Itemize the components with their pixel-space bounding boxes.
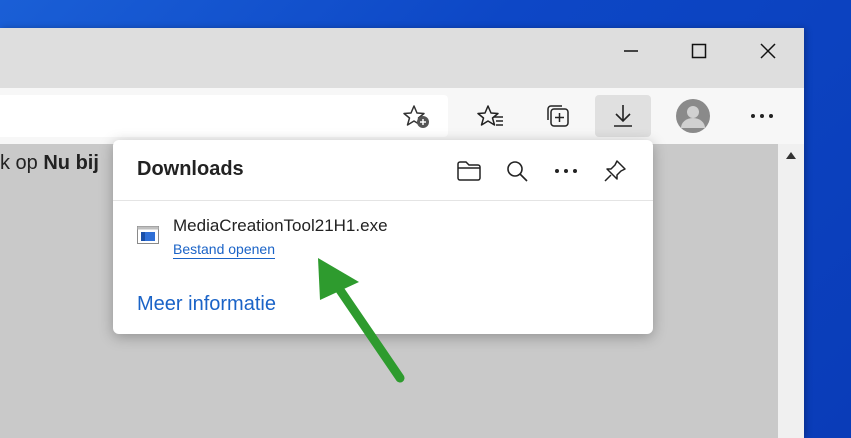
panel-divider: [113, 200, 653, 201]
favorites-icon: [477, 105, 503, 126]
profile-button[interactable]: [665, 95, 721, 137]
more-icon: [555, 169, 577, 173]
favorite-add-icon: [403, 105, 429, 128]
downloads-panel: Downloads MediaCreationTool21H1.exe Best…: [113, 140, 653, 334]
downloads-button[interactable]: [595, 95, 651, 137]
close-icon: [760, 43, 776, 59]
close-button[interactable]: [734, 28, 802, 74]
downloads-more-button[interactable]: [549, 154, 583, 188]
download-filename: MediaCreationTool21H1.exe: [173, 216, 388, 235]
panel-title: Downloads: [137, 158, 244, 180]
pin-icon: [604, 160, 626, 182]
minimize-button[interactable]: [597, 28, 665, 74]
scroll-up-arrow-icon[interactable]: [786, 152, 796, 159]
favorites-button[interactable]: [463, 95, 519, 137]
title-bar: [0, 28, 804, 88]
folder-icon: [457, 161, 481, 181]
exe-file-icon: [137, 226, 159, 244]
page-text: k op Nu bij: [0, 152, 99, 175]
collections-icon: [547, 105, 569, 127]
page-text-bold: Nu bij: [43, 152, 99, 174]
maximize-button[interactable]: [665, 28, 733, 74]
download-icon: [614, 105, 632, 127]
settings-more-button[interactable]: [734, 95, 790, 137]
minimize-icon: [624, 50, 638, 52]
address-bar[interactable]: [0, 95, 448, 137]
open-file-link[interactable]: Bestand openen: [173, 241, 275, 259]
collections-button[interactable]: [530, 95, 586, 137]
browser-toolbar: [0, 88, 804, 144]
more-icon: [751, 114, 773, 118]
pin-panel-button[interactable]: [598, 154, 632, 188]
add-favorite-button[interactable]: [402, 103, 432, 131]
vertical-scrollbar[interactable]: [778, 144, 804, 438]
more-info-link[interactable]: Meer informatie: [137, 293, 276, 316]
avatar: [676, 99, 710, 133]
open-folder-button[interactable]: [452, 154, 486, 188]
search-downloads-button[interactable]: [500, 154, 534, 188]
page-text-normal: k op: [0, 152, 44, 174]
search-icon: [507, 161, 528, 182]
maximize-icon: [691, 43, 707, 59]
